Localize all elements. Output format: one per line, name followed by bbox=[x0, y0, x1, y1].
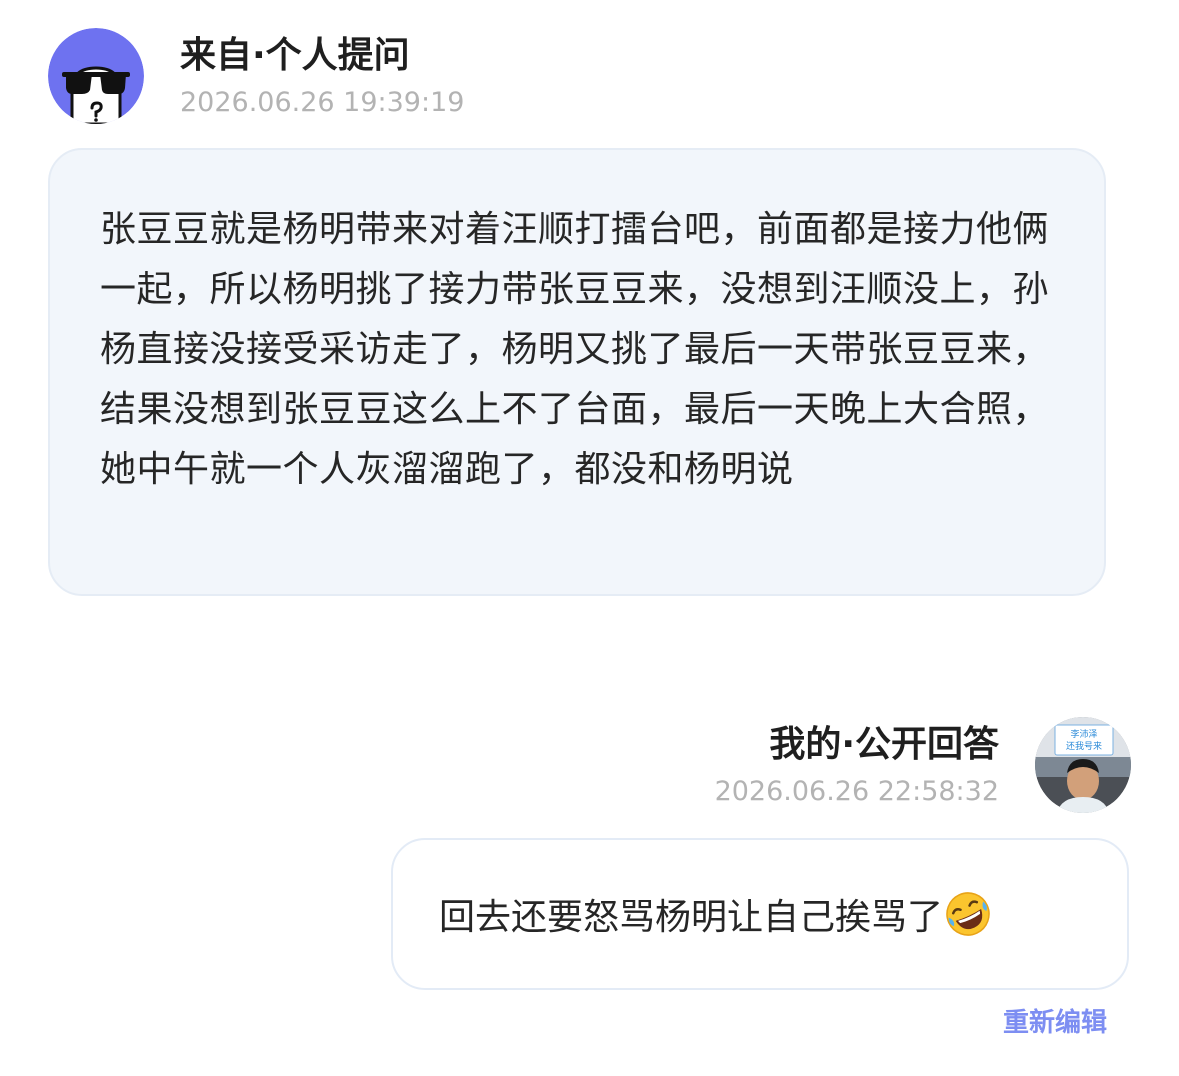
avatar-sign-line1: 李沛泽 bbox=[1070, 728, 1097, 740]
answerer-avatar[interactable]: 李沛泽 还我号来 bbox=[1035, 717, 1131, 813]
sunglasses-ghost-icon bbox=[48, 28, 144, 124]
answer-bubble: 回去还要怒骂杨明让自己挨骂了 bbox=[391, 838, 1129, 990]
question-timestamp: 2026.06.26 19:39:19 bbox=[180, 87, 465, 118]
reedit-button[interactable]: 重新编辑 bbox=[1003, 1005, 1107, 1041]
question-source-title: 来自·个人提问 bbox=[180, 35, 410, 76]
rolling-on-floor-laughing-icon bbox=[945, 891, 991, 937]
qa-page: 来自·个人提问 2026.06.26 19:39:19 张豆豆就是杨明带来对着汪… bbox=[0, 0, 1179, 1076]
question-text: 张豆豆就是杨明带来对着汪顺打擂台吧，前面都是接力他俩一起，所以杨明挑了接力带张豆… bbox=[100, 209, 1050, 490]
user-photo-avatar: 李沛泽 还我号来 bbox=[1035, 717, 1131, 813]
asker-avatar[interactable] bbox=[48, 28, 144, 124]
answer-source-title: 我的·公开回答 bbox=[769, 724, 999, 765]
answer-timestamp: 2026.06.26 22:58:32 bbox=[714, 776, 999, 807]
answer-text-row: 回去还要怒骂杨明让自己挨骂了 bbox=[439, 888, 991, 940]
avatar-sign-line2: 还我号来 bbox=[1066, 740, 1102, 752]
answer-text: 回去还要怒骂杨明让自己挨骂了 bbox=[439, 897, 944, 938]
question-bubble: 张豆豆就是杨明带来对着汪顺打擂台吧，前面都是接力他俩一起，所以杨明挑了接力带张豆… bbox=[48, 148, 1106, 596]
